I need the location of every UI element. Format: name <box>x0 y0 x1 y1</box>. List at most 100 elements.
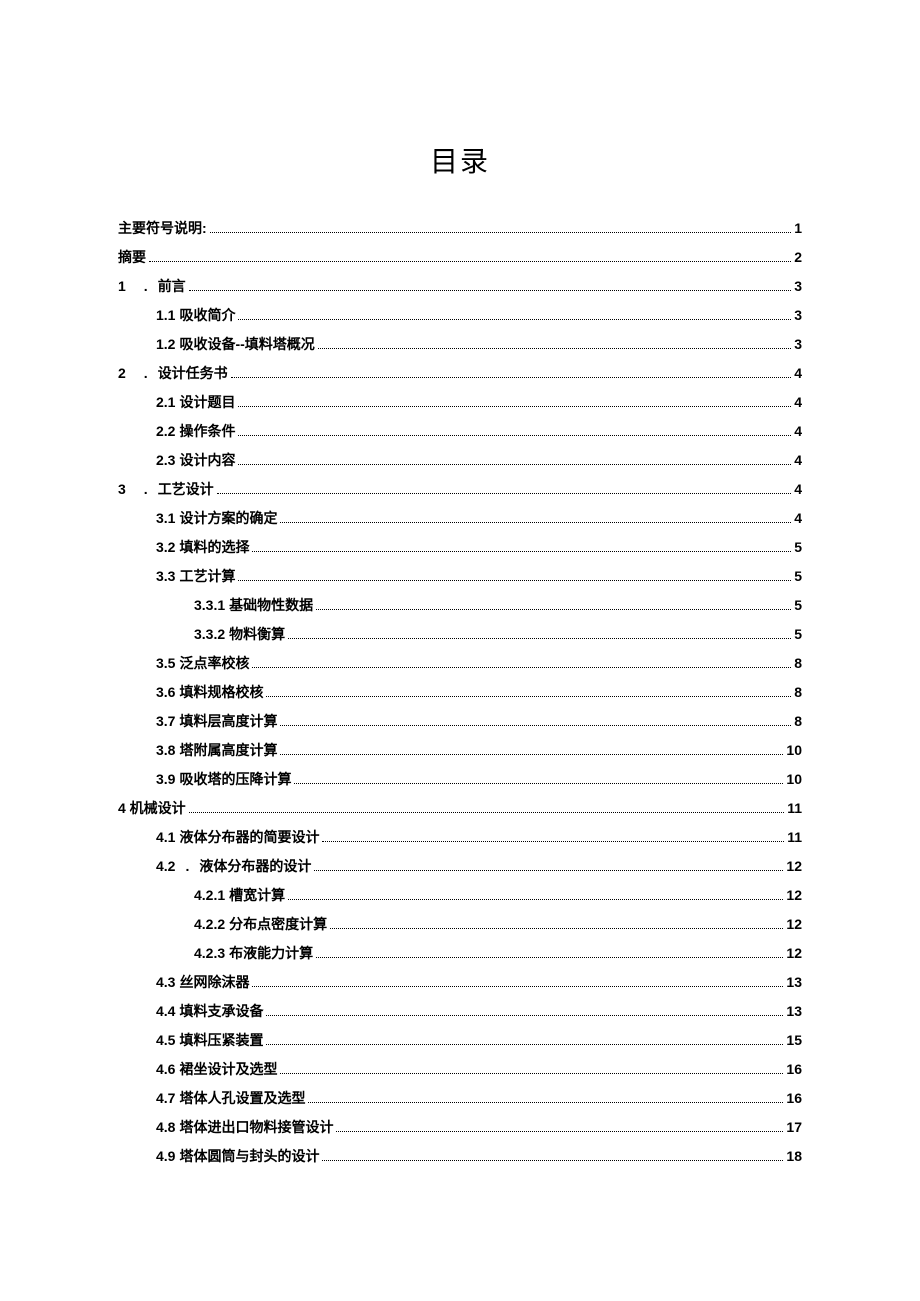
toc-entry-number: 3.5 <box>156 656 175 670</box>
toc-entry-label: 塔附属高度计算 <box>175 743 277 757</box>
toc-dots-leader <box>322 831 784 842</box>
toc-dots-leader <box>252 657 791 668</box>
toc-entry-number: 1.2 <box>156 337 175 351</box>
toc-entry: 2.2操作条件4 <box>118 417 802 446</box>
toc-entry-separator: . <box>134 366 154 380</box>
toc-dots-leader <box>330 918 783 929</box>
toc-entry-page: 13 <box>786 1004 802 1018</box>
toc-entry-page: 3 <box>794 337 802 351</box>
toc-entry-number: 4.9 <box>156 1149 175 1163</box>
toc-entry: 3.9吸收塔的压降计算 10 <box>118 765 802 794</box>
toc-entry: 4 机械设计 11 <box>118 794 802 823</box>
toc-entry-page: 3 <box>794 279 802 293</box>
toc-entry-page: 4 <box>794 453 802 467</box>
toc-dots-leader <box>280 1063 783 1074</box>
toc-entry: 4.2.2分布点密度计算12 <box>118 910 802 939</box>
toc-title: 目录 <box>118 140 802 180</box>
toc-entry-number: 4.4 <box>156 1004 175 1018</box>
toc-entry-page: 13 <box>786 975 802 989</box>
toc-entry: 3.6填料规格校核8 <box>118 678 802 707</box>
toc-entry-page: 16 <box>786 1091 802 1105</box>
toc-dots-leader <box>280 744 783 755</box>
toc-entry-label: 主要符号说明: <box>118 221 207 235</box>
toc-dots-leader <box>294 773 783 784</box>
toc-entry-page: 5 <box>794 540 802 554</box>
toc-entry-number: 3.3.2 <box>194 627 225 641</box>
toc-entry-page: 16 <box>786 1062 802 1076</box>
toc-dots-leader <box>252 541 791 552</box>
toc-entry-page: 4 <box>794 366 802 380</box>
toc-entry-number: 3.6 <box>156 685 175 699</box>
toc-entry-page: 17 <box>786 1120 802 1134</box>
toc-entry-page: 8 <box>794 656 802 670</box>
toc-entry-label: 设计内容 <box>175 453 235 467</box>
toc-entry-page: 4 <box>794 424 802 438</box>
toc-entry-page: 11 <box>787 830 802 844</box>
toc-entry: 4.1液体分布器的简要设计11 <box>118 823 802 852</box>
toc-entry-label: 液体分布器的设计 <box>195 859 311 873</box>
toc-entry-page: 8 <box>794 685 802 699</box>
toc-entry-number: 3.1 <box>156 511 175 525</box>
toc-entry-page: 11 <box>787 801 802 815</box>
toc-entry-label: 填料层高度计算 <box>175 714 277 728</box>
toc-entry-number: 4.8 <box>156 1120 175 1134</box>
toc-entry-label: 设计题目 <box>175 395 235 409</box>
toc-entry-label: 分布点密度计算 <box>225 917 327 931</box>
toc-entry-label: 丝网除沫器 <box>175 975 249 989</box>
toc-entry-page: 2 <box>794 250 802 264</box>
toc-entry-label: 填料的选择 <box>175 540 249 554</box>
toc-entry: 2.3设计内容 4 <box>118 446 802 475</box>
toc-entry-label: 摘要 <box>118 250 146 264</box>
toc-entry-number: 2.3 <box>156 453 175 467</box>
toc-entry-label: 塔体人孔设置及选型 <box>175 1091 305 1105</box>
toc-entry-label: 4 机械设计 <box>118 801 186 815</box>
toc-entry-number: 4.2 <box>156 859 175 873</box>
toc-entry-label: 填料支承设备 <box>175 1004 263 1018</box>
toc-entry-number: 2.2 <box>156 424 175 438</box>
toc-entry: 4.2.3布液能力计算12 <box>118 939 802 968</box>
toc-entry: 3.8塔附属高度计算10 <box>118 736 802 765</box>
toc-entry-label: 吸收塔的压降计算 <box>175 772 291 786</box>
toc-entry: 2.1设计题目 4 <box>118 388 802 417</box>
toc-dots-leader <box>231 367 792 378</box>
toc-entry-page: 15 <box>786 1033 802 1047</box>
toc-entry-label: 物料衡算 <box>225 627 285 641</box>
toc-entry-separator: . <box>134 482 154 496</box>
toc-list: 主要符号说明:1摘要21.前言31.1吸收简介31.2吸收设备--填料塔概况32… <box>118 214 802 1171</box>
toc-entry: 3.3工艺计算5 <box>118 562 802 591</box>
toc-entry: 4.3丝网除沫器 13 <box>118 968 802 997</box>
toc-dots-leader <box>318 338 791 349</box>
toc-entry-number: 2.1 <box>156 395 175 409</box>
toc-dots-leader <box>266 1005 783 1016</box>
toc-entry-page: 5 <box>794 598 802 612</box>
toc-entry: 4.4填料支承设备 13 <box>118 997 802 1026</box>
toc-entry-number: 3.9 <box>156 772 175 786</box>
toc-entry-label: 裙坐设计及选型 <box>175 1062 277 1076</box>
toc-entry-number: 3.3 <box>156 569 175 583</box>
toc-entry: 4.6裙坐设计及选型 16 <box>118 1055 802 1084</box>
toc-entry-number: 4.3 <box>156 975 175 989</box>
toc-entry-page: 10 <box>786 772 802 786</box>
toc-entry-page: 5 <box>794 627 802 641</box>
toc-dots-leader <box>238 570 791 581</box>
toc-entry: 4.5填料压紧装置 15 <box>118 1026 802 1055</box>
toc-entry-separator: . <box>175 859 195 873</box>
toc-entry: 2.设计任务书4 <box>118 359 802 388</box>
toc-entry-number: 1.1 <box>156 308 175 322</box>
toc-entry-page: 4 <box>794 511 802 525</box>
toc-entry: 3.3.2物料衡算 5 <box>118 620 802 649</box>
toc-entry-label: 液体分布器的简要设计 <box>175 830 319 844</box>
toc-dots-leader <box>266 1034 783 1045</box>
toc-entry-page: 10 <box>786 743 802 757</box>
toc-entry: 3.工艺设计4 <box>118 475 802 504</box>
toc-dots-leader <box>280 715 791 726</box>
toc-entry: 3.2填料的选择5 <box>118 533 802 562</box>
toc-entry-number: 4.6 <box>156 1062 175 1076</box>
toc-entry-label: 塔体圆筒与封头的设计 <box>175 1149 319 1163</box>
toc-entry: 4.8塔体进出口物料接管设计17 <box>118 1113 802 1142</box>
toc-entry-number: 4.5 <box>156 1033 175 1047</box>
toc-entry-label: 填料压紧装置 <box>175 1033 263 1047</box>
toc-entry: 3.7填料层高度计算8 <box>118 707 802 736</box>
toc-entry-label: 吸收设备--填料塔概况 <box>175 337 314 351</box>
toc-entry-page: 4 <box>794 395 802 409</box>
